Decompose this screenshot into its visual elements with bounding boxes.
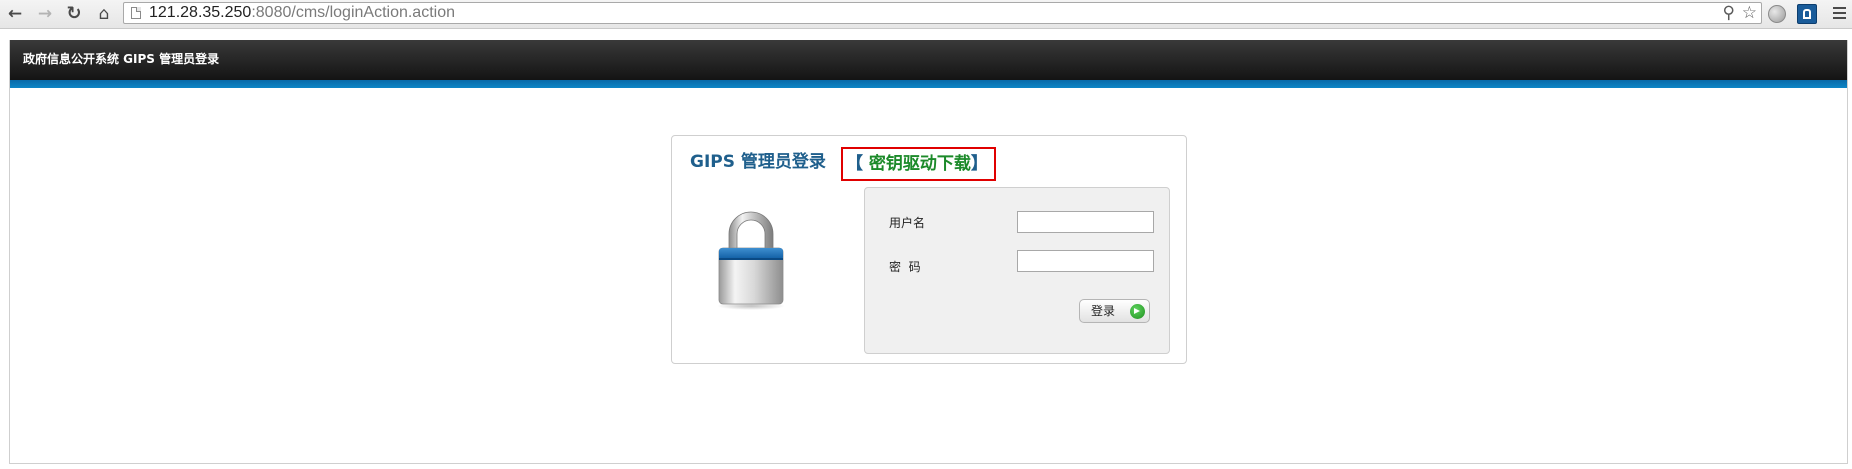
app-extension-icon[interactable] xyxy=(1797,4,1817,24)
header-accent-bar xyxy=(10,80,1847,88)
page-icon xyxy=(131,7,141,19)
url-text[interactable]: 121.28.35.250:8080/cms/loginAction.actio… xyxy=(149,4,455,22)
username-label: 用户名 xyxy=(889,216,926,230)
star-icon[interactable]: ☆ xyxy=(1742,4,1757,22)
login-form: 用户名 密 码 登录 xyxy=(864,187,1170,354)
forward-arrow-icon[interactable]: → xyxy=(34,3,56,25)
download-label: 密钥驱动下载 xyxy=(868,154,971,174)
url-path: :8080/cms/loginAction.action xyxy=(251,4,455,21)
download-highlight-box: 【 密钥驱动下载】 xyxy=(841,147,996,181)
url-host: 121.28.35.250 xyxy=(149,4,252,21)
key-driver-download-link[interactable]: 【 密钥驱动下载】 xyxy=(846,152,988,176)
login-button-label: 登录 xyxy=(1091,304,1116,318)
bracket-close: 】 xyxy=(970,154,988,174)
site-title: 政府信息公开系统 GIPS 管理员登录 xyxy=(23,52,220,66)
home-icon[interactable]: ⌂ xyxy=(93,3,115,25)
padlock-icon xyxy=(717,211,785,310)
login-panel: GIPS 管理员登录 【 密钥驱动下载】 用户名 密 码 登录 xyxy=(671,135,1187,364)
globe-extension-icon[interactable] xyxy=(1768,5,1786,23)
password-input[interactable] xyxy=(1017,250,1154,272)
back-arrow-icon[interactable]: ← xyxy=(4,3,26,25)
login-button[interactable]: 登录 xyxy=(1079,299,1150,323)
username-input[interactable] xyxy=(1017,211,1154,233)
address-bar[interactable]: 121.28.35.250:8080/cms/loginAction.actio… xyxy=(123,2,1762,24)
login-title: GIPS 管理员登录 xyxy=(690,152,826,172)
site-header: 政府信息公开系统 GIPS 管理员登录 xyxy=(10,40,1847,80)
page-content: 政府信息公开系统 GIPS 管理员登录 GIPS 管理员登录 【 密钥驱动下载】 xyxy=(9,40,1848,464)
go-arrow-icon xyxy=(1130,304,1145,319)
menu-icon[interactable] xyxy=(1833,7,1846,19)
reload-icon[interactable]: ↻ xyxy=(63,3,85,25)
zoom-icon[interactable]: ⚲ xyxy=(1723,4,1735,22)
bracket-open: 【 xyxy=(846,154,869,174)
password-label: 密 码 xyxy=(889,260,921,274)
browser-toolbar: ← → ↻ ⌂ 121.28.35.250:8080/cms/loginActi… xyxy=(0,0,1852,29)
